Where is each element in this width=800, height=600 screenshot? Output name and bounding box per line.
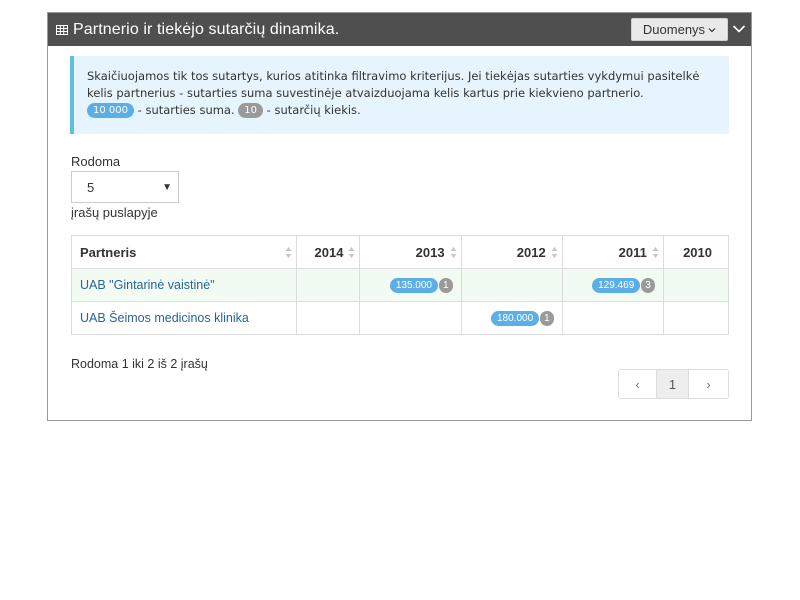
contract-count-badge[interactable]: 3: [641, 277, 655, 293]
contract-count-badge[interactable]: 1: [439, 277, 453, 293]
sort-icon: [551, 247, 558, 258]
sort-icon: [652, 247, 659, 258]
column-header-1[interactable]: 2014: [296, 235, 361, 269]
year-cell-2013: 135.000 1: [359, 268, 462, 302]
length-prefix: Rodoma: [71, 154, 121, 169]
prev-page-button[interactable]: ‹: [619, 370, 656, 398]
year-cell-2010: [662, 268, 730, 302]
table-header-row: Partneris 2014 2013 2012 2011 2010: [70, 235, 730, 269]
contract-count-badge[interactable]: 1: [540, 310, 554, 326]
year-cell-2011: [561, 301, 664, 335]
table-icon: [56, 24, 68, 35]
next-page-button[interactable]: ›: [688, 370, 728, 398]
column-header-label: Partneris: [80, 244, 137, 260]
year-cell-2011: 129.469 3: [561, 268, 664, 302]
chevron-down-icon: [708, 27, 716, 32]
legend-line: 10 000 - sutarties suma. 10 - sutarčių k…: [87, 102, 719, 119]
year-cell-2010: [662, 301, 730, 335]
table-row: UAB "Gintarinė vaistinė" 135.000 1 129.469 3: [70, 268, 730, 302]
year-cell-2012: 180.000 1: [460, 301, 563, 335]
page-length-select[interactable]: 5 ▼: [71, 171, 179, 203]
caret-down-icon: ▼: [162, 182, 172, 193]
partner-cell: UAB Šeimos medicinos klinika: [70, 301, 298, 335]
dynamics-panel: Partnerio ir tiekėjo sutarčių dinamika. …: [47, 12, 752, 421]
table-info: Rodoma 1 iki 2 iš 2 įrašų: [71, 357, 208, 371]
column-header-label: 2010: [683, 244, 712, 260]
page-button-1[interactable]: 1: [656, 370, 688, 398]
year-cell-2014: [296, 301, 361, 335]
column-header-label: 2011: [618, 244, 647, 260]
column-header-5[interactable]: 2010: [662, 235, 730, 269]
column-header-label: 2013: [415, 244, 445, 260]
partner-link[interactable]: UAB Šeimos medicinos klinika: [80, 311, 249, 325]
column-header-0[interactable]: Partneris: [70, 235, 298, 269]
partner-link[interactable]: UAB "Gintarinė vaistinė": [80, 278, 215, 292]
pagination: ‹ 1 ›: [618, 369, 729, 399]
sum-legend-text: - sutarties suma.: [134, 103, 235, 117]
partner-cell: UAB "Gintarinė vaistinė": [70, 268, 298, 302]
column-header-2[interactable]: 2013: [359, 235, 462, 269]
page-length-value: 5: [87, 179, 95, 195]
info-callout: Skaičiuojamos tik tos sutartys, kurios a…: [70, 56, 729, 134]
sort-icon: [285, 247, 292, 258]
sum-badge-example: 10 000: [87, 103, 134, 118]
column-header-label: 2014: [314, 244, 344, 260]
data-dropdown-button[interactable]: Duomenys: [631, 18, 728, 41]
year-cell-2012: [460, 268, 563, 302]
column-header-4[interactable]: 2011: [561, 235, 664, 269]
length-suffix: įrašų puslapyje: [71, 205, 158, 220]
column-header-label: 2012: [516, 244, 546, 260]
count-legend-text: - sutarčių kiekis.: [263, 103, 361, 117]
data-dropdown-label: Duomenys: [642, 22, 706, 37]
partners-table: Partneris 2014 2013 2012 2011 2010 UAB "Ginta…: [70, 235, 730, 335]
collapse-chevron-icon[interactable]: [732, 22, 746, 36]
panel-title: Partnerio ir tiekėjo sutarčių dinamika.: [73, 20, 340, 38]
contract-sum-badge[interactable]: 129.469: [592, 277, 641, 293]
panel-header: Partnerio ir tiekėjo sutarčių dinamika. …: [48, 13, 751, 46]
table-row: UAB Šeimos medicinos klinika 180.000 1: [70, 301, 730, 335]
column-header-3[interactable]: 2012: [460, 235, 563, 269]
year-cell-2014: [296, 268, 361, 302]
count-badge-example: 10: [238, 103, 264, 118]
contract-sum-badge[interactable]: 180.000: [490, 310, 540, 326]
sort-icon: [348, 247, 355, 258]
year-cell-2013: [359, 301, 462, 335]
info-text: Skaičiuojamos tik tos sutartys, kurios a…: [87, 69, 700, 100]
contract-sum-badge[interactable]: 135.000: [389, 277, 438, 293]
sort-icon: [450, 247, 457, 258]
